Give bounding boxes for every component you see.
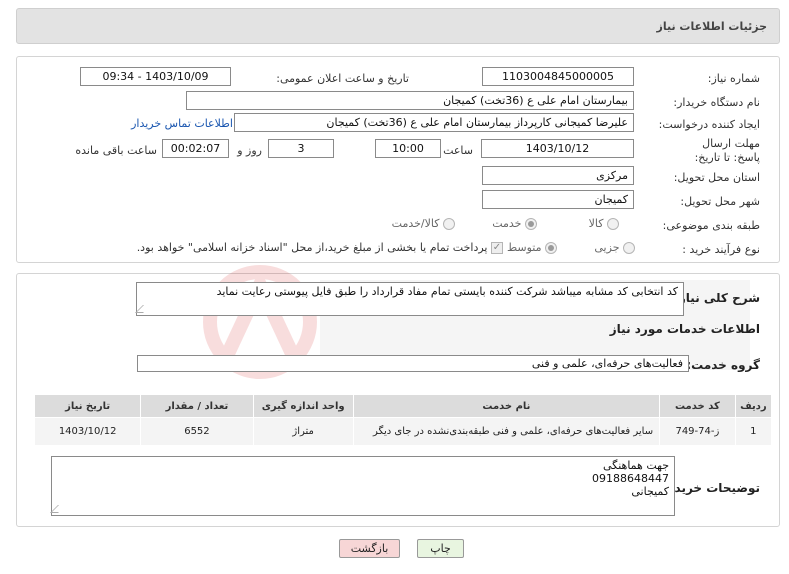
cell-name: سایر فعالیت‌های حرفه‌ای، علمی و فنی طبقه… xyxy=(352,417,661,446)
resize-grip-icon[interactable] xyxy=(50,505,66,513)
buyer-org-label: نام دستگاه خریدار: xyxy=(673,96,760,109)
process-option-partial[interactable]: جزیی xyxy=(594,241,635,254)
need-number-label: شماره نیاز: xyxy=(707,72,760,85)
service-group-label: گروه خدمت: xyxy=(686,358,760,372)
remaining-label: ساعت باقی مانده xyxy=(75,144,157,157)
summary-textarea[interactable]: کد انتخابی کد مشابه میباشد شرکت کننده با… xyxy=(135,282,684,316)
deadline-date-field[interactable]: 1403/10/12 xyxy=(481,139,634,158)
deadline-time-label: ساعت xyxy=(443,144,473,157)
province-field[interactable]: مرکزی xyxy=(482,166,634,185)
deadline-label: مهلت ارسال پاسخ: تا تاریخ: xyxy=(694,137,760,164)
col-date-header: تاریخ نیاز xyxy=(33,394,142,418)
category-option-goods-service[interactable]: کالا/خدمت xyxy=(392,217,455,230)
remaining-time-field[interactable]: 00:02:07 xyxy=(162,139,229,158)
service-group-field[interactable]: فعالیت‌های حرفه‌ای، علمی و فنی xyxy=(137,355,689,372)
cell-date: 1403/10/12 xyxy=(33,417,142,446)
cell-row: 1 xyxy=(734,417,773,446)
province-label: استان محل تحویل: xyxy=(673,171,760,184)
resize-grip-icon[interactable] xyxy=(135,305,151,313)
contact-info-link[interactable]: اطلاعات تماس خریدار xyxy=(131,117,233,130)
city-label: شهر محل تحویل: xyxy=(680,195,760,208)
radio-goods-service-icon[interactable] xyxy=(443,218,455,230)
cell-code: ز-74-749 xyxy=(659,417,736,446)
back-button[interactable]: بازگشت xyxy=(339,539,400,558)
process-label: نوع فرآیند خرید : xyxy=(682,243,760,256)
category-label: طبقه بندی موضوعی: xyxy=(662,219,760,232)
buyer-notes-textarea[interactable]: جهت هماهنگی 09188648447 کمیجانی xyxy=(50,456,675,516)
print-button[interactable]: چاپ xyxy=(417,539,464,558)
days-field[interactable]: 3 xyxy=(268,139,334,158)
need-number-field[interactable]: 1103004845000005 xyxy=(482,67,634,86)
requester-label: ایجاد کننده درخواست: xyxy=(658,118,760,131)
category-option-goods[interactable]: کالا xyxy=(589,217,619,230)
radio-service-icon[interactable] xyxy=(525,218,537,230)
payment-note[interactable]: ✓ پرداخت تمام یا بخشی از مبلغ خرید،از مح… xyxy=(137,241,503,254)
summary-label: شرح کلی نیاز: xyxy=(674,291,760,305)
radio-medium-icon[interactable] xyxy=(545,242,557,254)
services-table: ردیف کد خدمت نام خدمت واحد اندازه گیری ت… xyxy=(33,394,773,446)
col-row-header: ردیف xyxy=(734,394,773,418)
page-header: جزئیات اطلاعات نیاز xyxy=(16,8,780,44)
radio-partial-icon[interactable] xyxy=(623,242,635,254)
days-label: روز و xyxy=(237,144,262,157)
checkbox-icon[interactable]: ✓ xyxy=(491,242,503,254)
col-unit-header: واحد اندازه گیری xyxy=(252,394,354,418)
services-heading: اطلاعات خدمات مورد نیاز xyxy=(609,322,760,336)
table-row: 1 ز-74-749 سایر فعالیت‌های حرفه‌ای، علمی… xyxy=(33,417,773,446)
col-qty-header: تعداد / مقدار xyxy=(140,394,254,418)
col-code-header: کد خدمت xyxy=(659,394,736,418)
process-option-medium[interactable]: متوسط xyxy=(507,241,557,254)
deadline-time-field[interactable]: 10:00 xyxy=(375,139,441,158)
cell-qty: 6552 xyxy=(140,417,254,446)
buyer-org-field[interactable]: بیمارستان امام علی ع (36تخت) کمیجان xyxy=(186,91,634,110)
category-option-service[interactable]: خدمت xyxy=(492,217,537,230)
page-title: جزئیات اطلاعات نیاز xyxy=(656,20,768,33)
table-header-row: ردیف کد خدمت نام خدمت واحد اندازه گیری ت… xyxy=(33,394,773,418)
announce-label: تاریخ و ساعت اعلان عمومی: xyxy=(276,72,409,85)
city-field[interactable]: کمیجان xyxy=(482,190,634,209)
requester-field[interactable]: علیرضا کمیجانی کارپرداز بیمارستان امام ع… xyxy=(234,113,634,132)
cell-unit: متراژ xyxy=(252,417,354,446)
announce-field[interactable]: 1403/10/09 - 09:34 xyxy=(80,67,231,86)
radio-goods-icon[interactable] xyxy=(607,218,619,230)
col-name-header: نام خدمت xyxy=(352,394,661,418)
